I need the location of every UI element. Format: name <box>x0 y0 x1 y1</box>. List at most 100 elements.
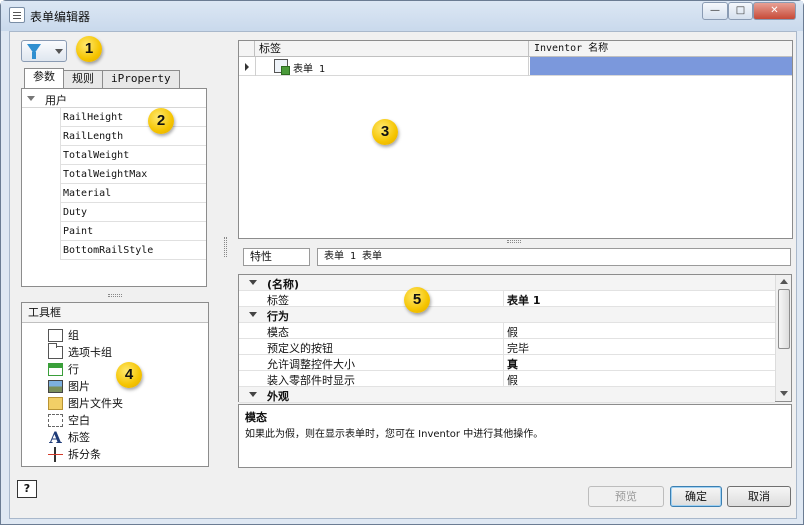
toolbox-item-label: 选项卡组 <box>68 346 112 359</box>
property-name: 装入零部件时显示 <box>267 374 355 387</box>
property-row[interactable]: 标签 表单 1 <box>239 291 775 307</box>
right-splitter-grip[interactable] <box>507 240 521 243</box>
toolbox-item-blank[interactable]: 空白 <box>48 412 123 429</box>
column-divider <box>503 371 504 387</box>
parameter-item[interactable]: Paint <box>60 222 206 241</box>
scroll-down-arrow-icon[interactable] <box>780 391 788 396</box>
collapse-chevron-icon[interactable] <box>249 280 257 285</box>
column-divider <box>503 323 504 339</box>
properties-label: 特性 <box>243 248 310 266</box>
scrollbar-thumb[interactable] <box>778 289 790 349</box>
callout-badge-5: 5 <box>404 287 430 313</box>
picture-icon <box>48 380 63 393</box>
title-bar[interactable]: 表单编辑器 — □ ✕ <box>1 1 803 31</box>
toolbox-item-label: 图片 <box>68 380 90 393</box>
toolbox-item-picture[interactable]: 图片 <box>48 378 123 395</box>
category-name: 外观 <box>267 390 289 403</box>
toolbox-item-label: 图片文件夹 <box>68 397 123 410</box>
row-label-cell[interactable]: 表单 1 <box>255 57 529 76</box>
dialog-client: 参数 规则 iProperty 用户 RailHeight RailLength… <box>9 31 797 519</box>
ok-button[interactable]: 确定 <box>670 486 722 507</box>
table-row[interactable]: 表单 1 <box>239 57 792 76</box>
maximize-button[interactable]: □ <box>728 2 753 20</box>
parameter-tabs: 参数 规则 iProperty <box>24 68 180 88</box>
parameter-item[interactable]: RailHeight <box>60 108 206 127</box>
property-name: 模态 <box>267 326 289 339</box>
callout-badge-2: 2 <box>148 108 174 134</box>
left-pane: 参数 规则 iProperty 用户 RailHeight RailLength… <box>10 32 220 468</box>
callout-badge-4: 4 <box>116 362 142 388</box>
splitter-icon <box>48 447 63 462</box>
toolbox-item-picture-folder[interactable]: 图片文件夹 <box>48 395 123 412</box>
preview-button[interactable]: 预览 <box>588 486 664 507</box>
property-category[interactable]: 外观 <box>239 387 775 403</box>
property-value[interactable]: 完毕 <box>507 340 529 356</box>
toolbox-item-splitter[interactable]: 拆分条 <box>48 446 123 463</box>
parameter-item[interactable]: BottomRailStyle <box>60 241 206 260</box>
parameter-list: RailHeight RailLength TotalWeight TotalW… <box>60 108 206 260</box>
property-category[interactable]: (名称) <box>239 275 775 291</box>
collapse-chevron-icon[interactable] <box>27 96 35 101</box>
property-value[interactable]: 假 <box>507 324 518 340</box>
property-row[interactable]: 允许调整控件大小 真 <box>239 355 775 371</box>
help-button[interactable]: ? <box>17 480 37 498</box>
property-grid: (名称) 标签 表单 1 行为 模态 假 预定义的按钮 完毕 允许调整控件大小 … <box>238 274 792 403</box>
grid-corner <box>239 41 255 57</box>
left-splitter-grip[interactable] <box>108 294 122 297</box>
description-title: 模态 <box>245 411 267 424</box>
vertical-splitter-grip[interactable] <box>224 237 227 257</box>
column-header-label[interactable]: 标签 <box>255 41 529 57</box>
scroll-up-arrow-icon[interactable] <box>780 279 788 284</box>
tab-iproperty[interactable]: iProperty <box>102 70 180 88</box>
column-divider <box>503 339 504 355</box>
row-inventor-name-cell[interactable] <box>530 57 792 75</box>
parameter-item[interactable]: RailLength <box>60 127 206 146</box>
parameter-item[interactable]: Material <box>60 184 206 203</box>
property-row[interactable]: 装入零部件时显示 假 <box>239 371 775 387</box>
property-description: 模态 如果此为假，则在显示表单时，您可在 Inventor 中进行其他操作。 <box>238 404 792 468</box>
tab-parameters[interactable]: 参数 <box>24 68 64 88</box>
collapse-chevron-icon[interactable] <box>249 392 257 397</box>
description-text: 如果此为假，则在显示表单时，您可在 Inventor 中进行其他操作。 <box>245 429 544 440</box>
property-name: 预定义的按钮 <box>267 342 333 355</box>
form-editor-window: 表单编辑器 — □ ✕ 参数 规则 iProperty 用户 RailHeigh… <box>0 0 804 525</box>
property-category[interactable]: 行为 <box>239 307 775 323</box>
property-row[interactable]: 预定义的按钮 完毕 <box>239 339 775 355</box>
blank-space-icon <box>48 414 63 427</box>
tab-rules[interactable]: 规则 <box>63 70 103 88</box>
property-name: 标签 <box>267 294 289 307</box>
property-value[interactable]: 真 <box>507 356 518 372</box>
toolbox-item-tab-group[interactable]: 选项卡组 <box>48 343 123 361</box>
toolbox-item-label: 拆分条 <box>68 448 101 461</box>
minimize-button[interactable]: — <box>702 2 728 20</box>
row-icon <box>48 363 63 376</box>
property-row[interactable]: 模态 假 <box>239 323 775 339</box>
toolbox-item-label[interactable]: A 标签 <box>48 429 123 446</box>
cancel-button[interactable]: 取消 <box>727 486 791 507</box>
toolbox-item-row[interactable]: 行 <box>48 361 123 378</box>
parameter-item[interactable]: Duty <box>60 203 206 222</box>
selected-object-field: 表单 1 表单 <box>317 248 791 266</box>
param-group-user[interactable]: 用户 <box>22 89 206 108</box>
window-title: 表单编辑器 <box>30 10 91 24</box>
toolbox-item-label: 行 <box>68 363 79 376</box>
close-button[interactable]: ✕ <box>753 2 796 20</box>
property-value[interactable]: 假 <box>507 372 518 388</box>
toolbox-item-label: 标签 <box>68 431 90 444</box>
property-value[interactable]: 表单 1 <box>507 292 540 308</box>
toolbox-item-label: 空白 <box>68 414 90 427</box>
properties-header: 特性 表单 1 表单 <box>243 248 791 266</box>
column-header-inventor-name[interactable]: Inventor 名称 <box>530 41 792 57</box>
filter-dropdown-button[interactable] <box>21 40 67 62</box>
toolbox-item-group[interactable]: 组 <box>48 327 123 344</box>
property-name: 允许调整控件大小 <box>267 358 355 371</box>
grid-header: 标签 Inventor 名称 <box>239 41 792 57</box>
form-tree-grid: 标签 Inventor 名称 表单 1 <box>238 40 793 239</box>
collapse-chevron-icon[interactable] <box>249 312 257 317</box>
parameter-item[interactable]: TotalWeight <box>60 146 206 165</box>
parameter-item[interactable]: TotalWeightMax <box>60 165 206 184</box>
column-divider <box>503 355 504 371</box>
property-scrollbar[interactable] <box>775 275 791 401</box>
form-icon <box>274 59 290 75</box>
callout-badge-1: 1 <box>76 36 102 62</box>
